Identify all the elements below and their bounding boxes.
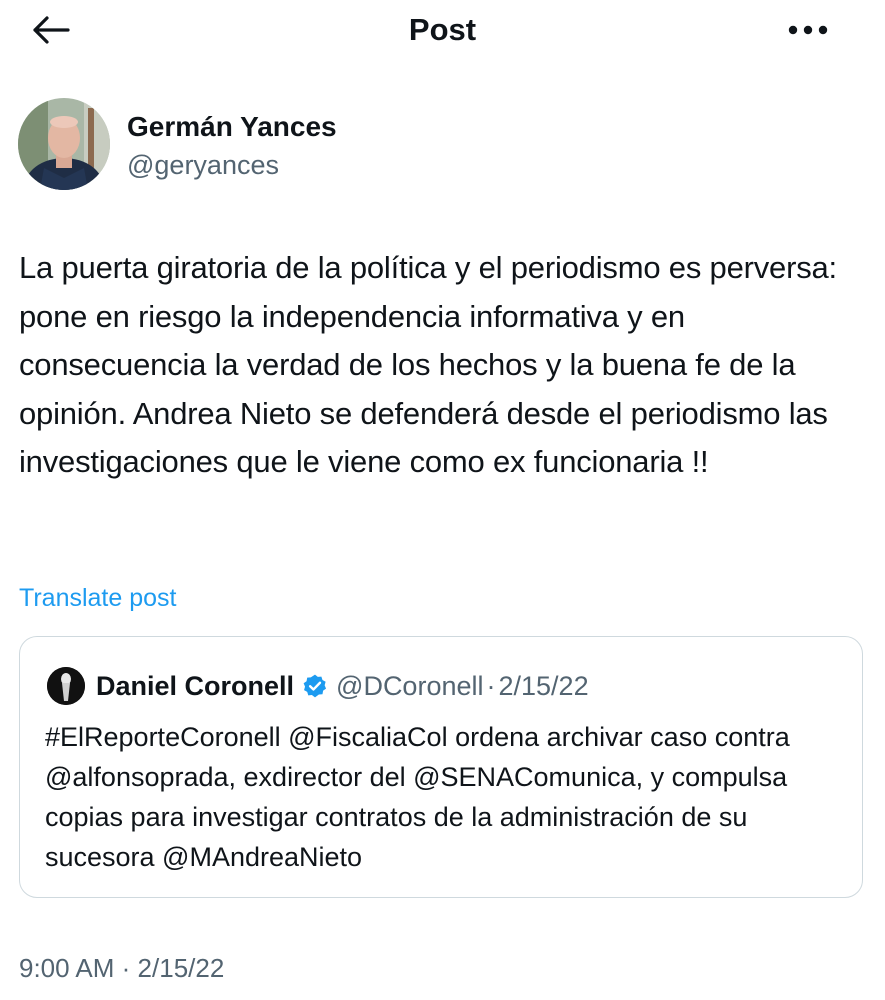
author-name[interactable]: Germán Yances (127, 109, 337, 145)
post-date: 2/15/22 (137, 953, 225, 983)
quoted-post-text: #ElReporteCoronell @FiscaliaCol ordena a… (45, 722, 790, 872)
post-timestamp[interactable]: 9:00 AM · 2/15/22 (19, 948, 224, 988)
quoted-post-date[interactable]: 2/15/22 (499, 671, 589, 702)
translate-post-link[interactable]: Translate post (19, 581, 176, 615)
profile-photo (18, 98, 110, 190)
quoted-profile-photo (47, 667, 85, 705)
top-bar: Post (0, 0, 885, 60)
quoted-author-handle[interactable]: @DCoronell (336, 671, 483, 702)
quoted-post-card[interactable]: Daniel Coronell @DCoronell · 2/15/22 #El… (19, 636, 863, 898)
verified-badge-icon (302, 673, 328, 699)
post-time: 9:00 AM (19, 953, 115, 983)
more-horizontal-icon (788, 25, 828, 35)
post-page: Post Germán Yances @geryances La puerta … (0, 0, 885, 1000)
author-avatar[interactable] (18, 98, 110, 190)
separator-dot: · (486, 670, 496, 701)
quoted-author-avatar[interactable] (47, 667, 85, 705)
more-options-button[interactable] (783, 12, 833, 48)
page-title: Post (408, 12, 477, 47)
quoted-author-name[interactable]: Daniel Coronell (96, 671, 294, 702)
tweet-text: La puerta giratoria de la política y el … (19, 250, 837, 479)
quoted-post-header: Daniel Coronell @DCoronell · 2/15/22 (96, 667, 589, 705)
timestamp-separator: · (121, 953, 131, 983)
author-handle[interactable]: @geryances (127, 147, 279, 183)
